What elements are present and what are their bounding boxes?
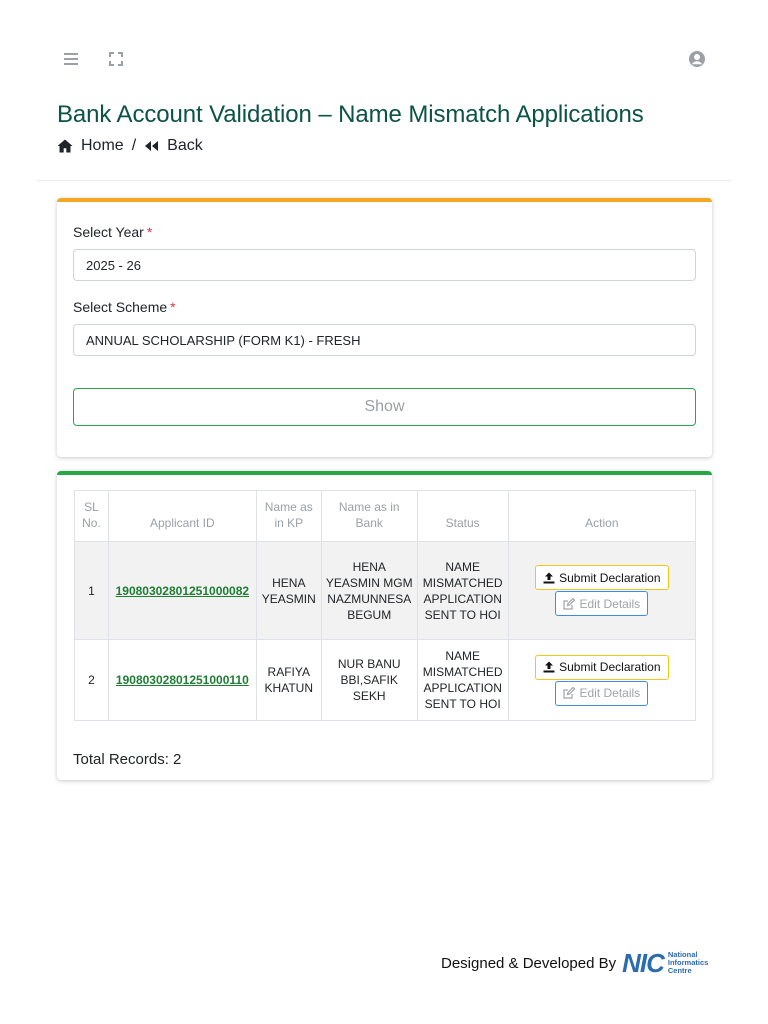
- table-row: 2 19080302801251000110 RAFIYA KHATUN NUR…: [74, 639, 697, 721]
- upload-icon: [543, 572, 555, 583]
- breadcrumb-home-link[interactable]: Home: [57, 137, 124, 155]
- edit-details-label: Edit Details: [579, 596, 641, 611]
- cell-status: NAME MISMATCHED APPLICATION SENT TO HOI: [416, 541, 509, 640]
- header-action: Action: [507, 490, 697, 542]
- scheme-label-text: Select Scheme: [73, 299, 168, 315]
- fullscreen-icon[interactable]: [106, 49, 126, 69]
- applicant-id-link[interactable]: 19080302801251000110: [116, 673, 249, 687]
- hamburger-icon[interactable]: [61, 49, 81, 69]
- filter-card: Select Year * 2025 - 26 Select Scheme * AN…: [57, 198, 712, 457]
- cell-applicant-id: 19080302801251000082: [107, 541, 257, 640]
- nic-logo-mark: NIC: [622, 948, 665, 978]
- required-marker: *: [170, 299, 176, 315]
- cell-sl: 1: [74, 541, 109, 640]
- footer: Designed & Developed By NIC National Inf…: [441, 950, 708, 976]
- page-title: Bank Account Validation – Name Mismatch …: [57, 101, 644, 128]
- header-name-kp: Name as in KP: [255, 490, 322, 542]
- home-icon: [57, 139, 73, 153]
- results-card: SL No. Applicant ID Name as in KP Name a…: [57, 471, 712, 780]
- breadcrumb-home-label: Home: [81, 137, 124, 154]
- upload-icon: [543, 661, 555, 673]
- header-applicant-id: Applicant ID: [107, 490, 257, 542]
- table-row: 1 19080302801251000082 HENA YEASMIN HENA…: [74, 541, 697, 640]
- edit-icon: [563, 687, 576, 699]
- cell-applicant-id: 19080302801251000110: [107, 639, 257, 721]
- year-select[interactable]: 2025 - 26: [73, 249, 696, 281]
- breadcrumb-separator: /: [131, 137, 137, 154]
- edit-details-button[interactable]: Edit Details: [555, 591, 649, 616]
- cell-sl: 2: [74, 639, 109, 721]
- year-label-text: Select Year: [73, 224, 144, 240]
- edit-details-button[interactable]: Edit Details: [555, 680, 649, 706]
- total-records: Total Records: 2: [73, 751, 182, 768]
- top-bar: [0, 0, 768, 90]
- nic-logo: NIC National Informatics Centre: [622, 950, 708, 976]
- scheme-label: Select Scheme *: [73, 299, 176, 315]
- cell-action: Submit Declaration Edit Details: [507, 639, 697, 721]
- breadcrumb: Home / Back: [57, 137, 203, 155]
- backward-icon: [145, 141, 159, 151]
- submit-declaration-label: Submit Declaration: [559, 660, 661, 674]
- cell-status: NAME MISMATCHED APPLICATION SENT TO HOI: [416, 639, 509, 721]
- footer-credit-text: Designed & Developed By: [441, 954, 617, 972]
- table-header-row: SL No. Applicant ID Name as in KP Name a…: [74, 490, 697, 542]
- cell-name-bank: HENA YEASMIN MGM NAZMUNNESA BEGUM: [320, 541, 418, 640]
- results-table: SL No. Applicant ID Name as in KP Name a…: [74, 490, 697, 721]
- cell-name-kp: RAFIYA KHATUN: [255, 639, 322, 721]
- header-sl: SL No.: [74, 490, 109, 542]
- header-name-bank: Name as in Bank: [320, 490, 418, 542]
- nic-logo-text: National Informatics Centre: [668, 951, 708, 975]
- submit-declaration-label: Submit Declaration: [559, 570, 661, 585]
- edit-details-label: Edit Details: [579, 686, 641, 700]
- header-divider: [37, 180, 731, 181]
- year-label: Select Year *: [73, 224, 152, 240]
- breadcrumb-back-link[interactable]: Back: [144, 137, 203, 155]
- scheme-select[interactable]: ANNUAL SCHOLARSHIP (FORM K1) - FRESH: [73, 324, 696, 356]
- header-status: Status: [416, 490, 509, 542]
- submit-declaration-button[interactable]: Submit Declaration: [535, 654, 669, 680]
- breadcrumb-back-label: Back: [167, 137, 203, 154]
- required-marker: *: [146, 224, 153, 240]
- submit-declaration-button[interactable]: Submit Declaration: [535, 565, 669, 590]
- cell-action: Submit Declaration Edit Details: [507, 541, 697, 640]
- cell-name-bank: NUR BANU BBI,SAFIK SEKH: [320, 639, 418, 721]
- edit-icon: [563, 597, 576, 610]
- cell-name-kp: HENA YEASMIN: [255, 541, 322, 640]
- show-button[interactable]: Show: [73, 388, 696, 426]
- user-circle-icon[interactable]: [687, 49, 707, 69]
- applicant-id-link[interactable]: 19080302801251000082: [116, 584, 249, 598]
- nic-logo-line: Centre: [667, 966, 692, 975]
